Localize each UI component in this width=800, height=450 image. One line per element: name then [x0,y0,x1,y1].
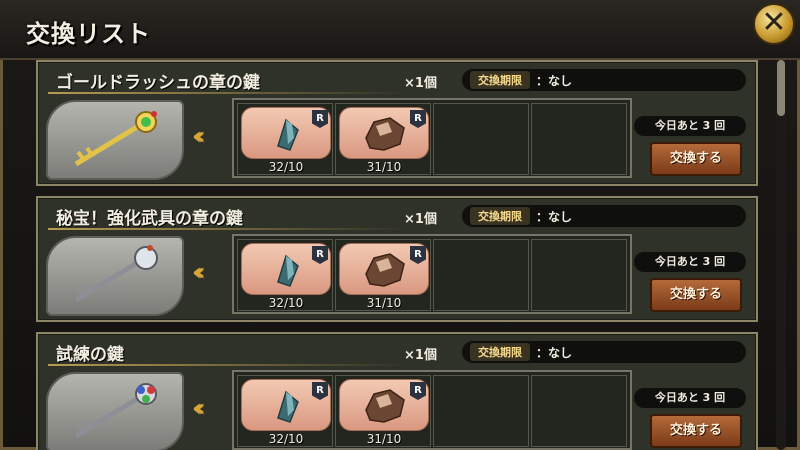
period-separator: ： [536,74,549,88]
exchange-list[interactable]: ゴールドラッシュの章の鍵 ×1個 交換期限 ：なし ‹‹‹ R 32/10 R … [36,60,758,450]
period-value-text: なし [548,210,573,224]
material-slots: R 32/10 R 31/10 [232,98,632,178]
jeweled-key-icon [74,383,157,439]
material-card: R [241,107,331,159]
period-value-text: なし [548,74,573,88]
remaining-count: 今日あと 3 回 [634,116,746,136]
exchange-row: 試練の鍵 ×1個 交換期限 ：なし ‹‹‹ R 32/10 R 31/10 今日… [36,332,758,450]
period-value: ：なし [536,208,572,225]
material-slots: R 32/10 R 31/10 [232,234,632,314]
item-name: ゴールドラッシュの章の鍵 [56,73,260,93]
exchange-row: 秘宝！強化武具の章の鍵 ×1個 交換期限 ：なし ‹‹‹ R 32/10 R 3… [36,196,758,322]
empty-slot [433,375,529,447]
material-slot[interactable]: R 31/10 [335,239,431,311]
period-value: ：なし [536,344,572,361]
material-count: 32/10 [268,296,304,310]
item-quantity: ×1個 [404,212,437,227]
material-card: R [339,379,429,431]
page-title: 交換リスト [26,20,151,48]
material-count: 31/10 [366,160,402,174]
scrollbar[interactable] [776,60,786,450]
material-slot[interactable]: R 32/10 [237,103,333,175]
name-underline [48,228,408,230]
period-value: ：なし [536,72,572,89]
exchange-button[interactable]: 交換する [650,142,742,176]
item-name: 秘宝！強化武具の章の鍵 [56,209,243,229]
item-name: 試練の鍵 [56,345,124,365]
empty-slot [531,103,627,175]
material-card: R [339,107,429,159]
close-icon: ✕ [761,5,787,40]
empty-slot [433,103,529,175]
material-card: R [339,243,429,295]
period-separator: ： [536,346,549,360]
period-label: 交換期限 [470,207,530,225]
material-slot[interactable]: R 31/10 [335,375,431,447]
reward-key [46,236,184,316]
exchange-button[interactable]: 交換する [650,414,742,448]
reward-key [46,372,184,450]
exchange-period: 交換期限 ：なし [462,69,746,91]
material-slot[interactable]: R 32/10 [237,375,333,447]
material-slot[interactable]: R 32/10 [237,239,333,311]
remaining-count: 今日あと 3 回 [634,388,746,408]
material-count: 31/10 [366,296,402,310]
exchange-arrow-icon: ‹‹‹ [192,258,205,286]
exchange-button[interactable]: 交換する [650,278,742,312]
exchange-arrow-icon: ‹‹‹ [192,122,205,150]
empty-slot [531,239,627,311]
exchange-row: ゴールドラッシュの章の鍵 ×1個 交換期限 ：なし ‹‹‹ R 32/10 R … [36,60,758,186]
remaining-count: 今日あと 3 回 [634,252,746,272]
material-count: 32/10 [268,432,304,446]
exchange-period: 交換期限 ：なし [462,341,746,363]
material-slot[interactable]: R 31/10 [335,103,431,175]
exchange-arrow-icon: ‹‹‹ [192,394,205,422]
material-count: 31/10 [366,432,402,446]
item-quantity: ×1個 [404,76,437,91]
period-label: 交換期限 [470,71,530,89]
empty-slot [433,239,529,311]
period-value-text: なし [548,346,573,360]
name-underline [48,92,408,94]
title-bar: 交換リスト [0,0,800,60]
period-separator: ： [536,210,549,224]
exchange-period: 交換期限 ：なし [462,205,746,227]
empty-slot [531,375,627,447]
gold-key-icon [74,111,157,167]
period-label: 交換期限 [470,343,530,361]
material-card: R [241,243,331,295]
material-count: 32/10 [268,160,304,174]
item-quantity: ×1個 [404,348,437,363]
scroll-thumb[interactable] [777,60,785,116]
silver-key-icon [74,245,158,303]
name-underline [48,364,408,366]
reward-key [46,100,184,180]
close-button[interactable]: ✕ [753,3,795,45]
material-card: R [241,379,331,431]
material-slots: R 32/10 R 31/10 [232,370,632,450]
